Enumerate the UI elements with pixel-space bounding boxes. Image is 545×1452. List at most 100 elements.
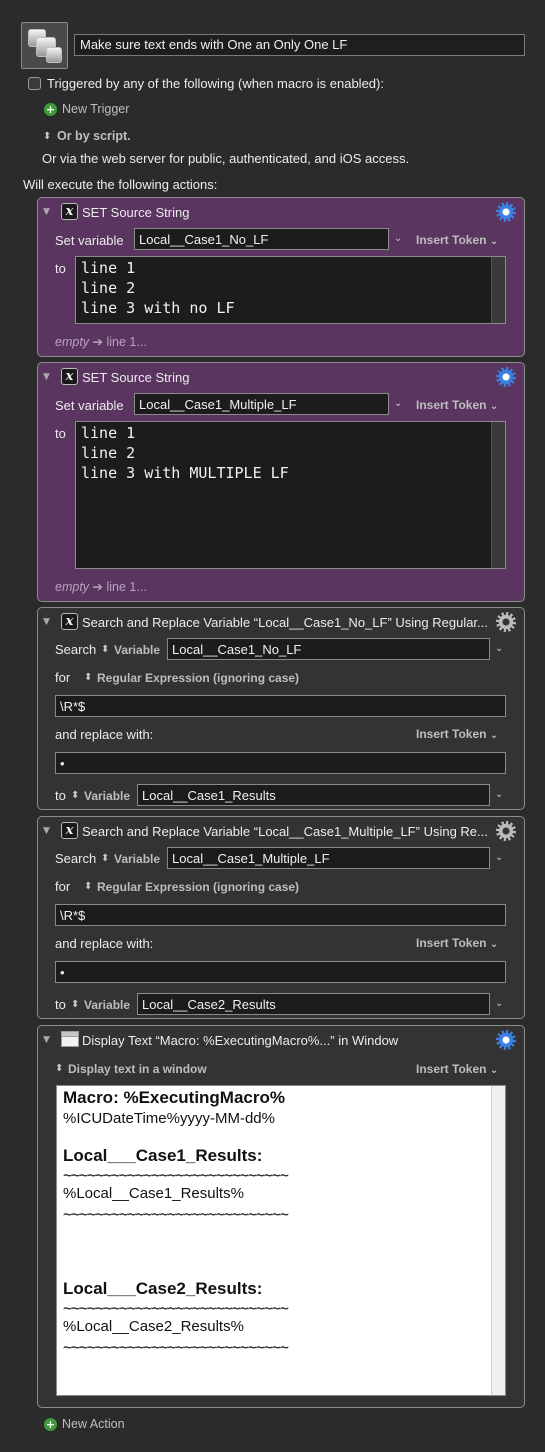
search-replace-action[interactable]: ▼ x Search and Replace Variable “Local__… <box>37 607 525 810</box>
new-trigger-button[interactable]: New Trigger <box>62 102 129 116</box>
action-title: Search and Replace Variable “Local__Case… <box>82 824 488 839</box>
chevron-down-icon[interactable]: ⌄ <box>394 398 402 409</box>
to-label: to <box>55 788 66 803</box>
chevron-down-icon[interactable]: ⌄ <box>394 233 402 244</box>
new-action-button[interactable]: New Action <box>62 1417 125 1431</box>
updown-icon[interactable]: ⬍ <box>71 999 79 1010</box>
variable-name-field[interactable]: Local__Case1_Multiple_LF <box>134 393 389 415</box>
text-line: Macro: %ExecutingMacro% <box>63 1088 285 1107</box>
text-line: ~~~~~~~~~~~~~~~~~~~~~~~~~~~~ <box>63 1338 289 1356</box>
chevron-down-icon[interactable]: ⌄ <box>495 998 503 1009</box>
disclosure-triangle-icon[interactable]: ▼ <box>43 372 50 382</box>
web-server-text: Or via the web server for public, authen… <box>42 151 410 166</box>
macro-icon[interactable] <box>21 22 68 69</box>
add-trigger-icon[interactable]: + <box>44 103 57 116</box>
summary-line: empty ➔ line 1... <box>55 579 147 594</box>
variable-kind-popup[interactable]: Variable <box>114 643 160 657</box>
variable-name-field[interactable]: Local__Case1_No_LF <box>134 228 389 250</box>
arrow-icon: ➔ <box>92 335 104 349</box>
text-line: ~~~~~~~~~~~~~~~~~~~~~~~~~~~~ <box>63 1166 289 1184</box>
destination-variable-field[interactable]: Local__Case1_Results <box>137 784 490 806</box>
disclosure-triangle-icon[interactable]: ▼ <box>43 207 50 217</box>
summary-empty: empty <box>55 580 90 594</box>
text-line: %ICUDateTime%yyyy-MM-dd% <box>63 1110 275 1127</box>
search-pattern-field[interactable]: \R*$ <box>55 904 506 926</box>
replacement-field[interactable]: • <box>55 961 506 983</box>
to-label: to <box>55 997 66 1012</box>
chevron-down-icon[interactable]: ⌄ <box>495 789 503 800</box>
chevron-down-icon: ⌄ <box>489 236 499 247</box>
variable-x-icon: x <box>61 613 78 630</box>
replacement-field[interactable]: • <box>55 752 506 774</box>
chevron-down-icon[interactable]: ⌄ <box>495 643 503 654</box>
window-icon <box>61 1031 79 1047</box>
insert-token-label: Insert Token <box>416 398 487 412</box>
display-text-action[interactable]: ▼ Display Text “Macro: %ExecutingMacro%.… <box>37 1025 525 1408</box>
value-text: line 1 line 2 line 3 with no LF <box>81 259 235 317</box>
display-mode-popup[interactable]: Display text in a window <box>68 1062 207 1076</box>
gear-icon[interactable] <box>496 367 516 387</box>
arrow-icon: ➔ <box>92 580 104 594</box>
disclosure-triangle-icon[interactable]: ▼ <box>43 617 50 627</box>
disclosure-triangle-icon[interactable]: ▼ <box>43 826 50 836</box>
macro-name-field[interactable]: Make sure text ends with One an Only One… <box>74 34 525 56</box>
value-text-area[interactable]: line 1 line 2 line 3 with no LF <box>75 256 506 324</box>
destination-variable-field[interactable]: Local__Case2_Results <box>137 993 490 1015</box>
gear-icon[interactable] <box>496 821 516 841</box>
gear-icon[interactable] <box>496 612 516 632</box>
set-variable-action[interactable]: ▼ x SET Source String Set variable Local… <box>37 197 525 357</box>
text-line: ~~~~~~~~~~~~~~~~~~~~~~~~~~~~ <box>63 1205 289 1223</box>
insert-token-button[interactable]: Insert Token ⌄ <box>416 727 498 741</box>
updown-icon[interactable]: ⬍ <box>71 790 79 801</box>
insert-token-button[interactable]: Insert Token ⌄ <box>416 1062 498 1076</box>
to-kind-popup[interactable]: Variable <box>84 789 130 803</box>
search-label: Search <box>55 851 97 866</box>
disclosure-triangle-icon[interactable]: ▼ <box>43 1035 50 1045</box>
gear-icon[interactable] <box>496 1030 516 1050</box>
match-mode-popup[interactable]: Regular Expression (ignoring case) <box>97 880 299 894</box>
summary-empty: empty <box>55 335 90 349</box>
updown-icon: ⬍ <box>43 131 52 142</box>
replace-label: and replace with: <box>55 727 154 742</box>
add-action-icon[interactable]: + <box>44 1418 57 1431</box>
scrollbar[interactable] <box>491 1086 505 1395</box>
set-variable-action[interactable]: ▼ x SET Source String Set variable Local… <box>37 362 525 602</box>
updown-icon[interactable]: ⬍ <box>84 881 92 892</box>
search-pattern-field[interactable]: \R*$ <box>55 695 506 717</box>
search-replace-action[interactable]: ▼ x Search and Replace Variable “Local__… <box>37 816 525 1019</box>
match-mode-popup[interactable]: Regular Expression (ignoring case) <box>97 671 299 685</box>
or-by-script-button[interactable]: Or by script. <box>57 129 131 143</box>
set-variable-label: Set variable <box>55 233 124 248</box>
will-execute-heading: Will execute the following actions: <box>23 177 218 192</box>
set-variable-label: Set variable <box>55 398 124 413</box>
updown-icon[interactable]: ⬍ <box>84 672 92 683</box>
insert-token-button[interactable]: Insert Token ⌄ <box>416 936 498 950</box>
display-text-area[interactable]: Macro: %ExecutingMacro% %ICUDateTime%yyy… <box>56 1085 506 1396</box>
updown-icon[interactable]: ⬍ <box>55 1063 63 1074</box>
insert-token-button[interactable]: Insert Token ⌄ <box>416 233 498 247</box>
gear-icon[interactable] <box>496 202 516 222</box>
to-kind-popup[interactable]: Variable <box>84 998 130 1012</box>
variable-x-icon: x <box>61 368 78 385</box>
triggered-checkbox[interactable] <box>28 77 41 90</box>
search-variable-field[interactable]: Local__Case1_Multiple_LF <box>167 847 490 869</box>
search-variable-field[interactable]: Local__Case1_No_LF <box>167 638 490 660</box>
variable-kind-popup[interactable]: Variable <box>114 852 160 866</box>
chevron-down-icon: ⌄ <box>489 939 499 950</box>
scrollbar[interactable] <box>491 257 505 323</box>
insert-token-label: Insert Token <box>416 1062 487 1076</box>
scrollbar[interactable] <box>491 422 505 568</box>
insert-token-label: Insert Token <box>416 727 487 741</box>
insert-token-label: Insert Token <box>416 936 487 950</box>
action-title: Search and Replace Variable “Local__Case… <box>82 615 488 630</box>
chevron-down-icon[interactable]: ⌄ <box>495 852 503 863</box>
updown-icon[interactable]: ⬍ <box>101 644 109 655</box>
text-line: Local___Case2_Results: <box>63 1279 263 1298</box>
summary-value: line 1... <box>106 580 147 594</box>
insert-token-button[interactable]: Insert Token ⌄ <box>416 398 498 412</box>
updown-icon[interactable]: ⬍ <box>101 853 109 864</box>
chevron-down-icon: ⌄ <box>489 730 499 741</box>
for-label: for <box>55 670 71 685</box>
value-text-area[interactable]: line 1 line 2 line 3 with MULTIPLE LF <box>75 421 506 569</box>
action-title: SET Source String <box>82 370 190 385</box>
